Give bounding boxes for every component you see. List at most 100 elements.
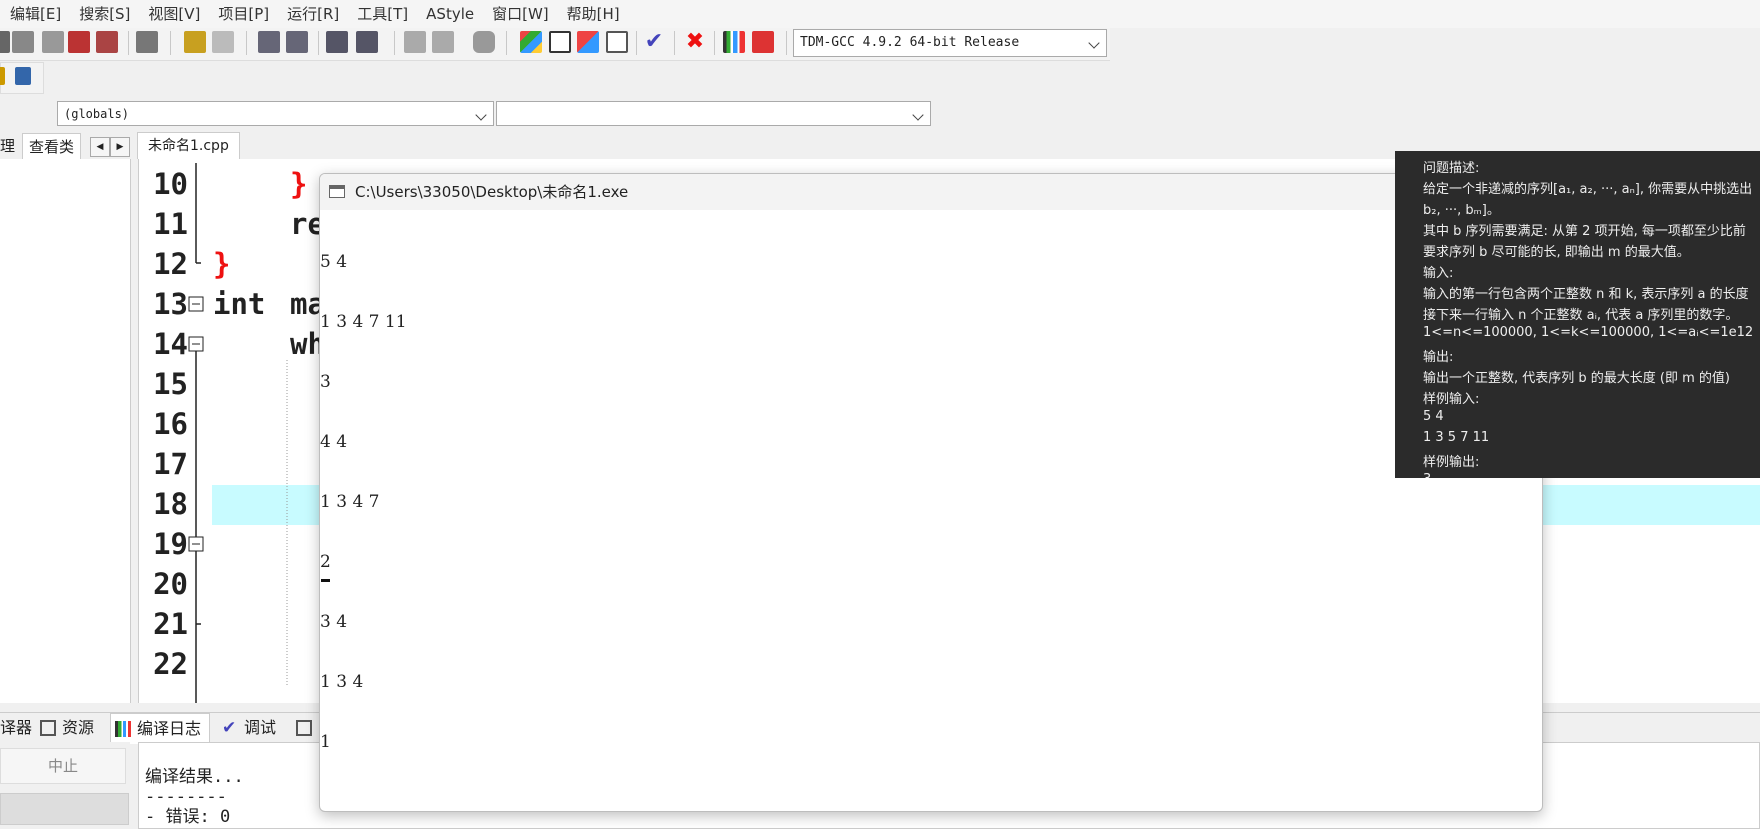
console-icon xyxy=(329,185,345,198)
insert-icon[interactable] xyxy=(0,67,5,85)
line-number: 10 xyxy=(153,167,188,201)
undo-icon[interactable] xyxy=(184,31,206,53)
class-browser-panel xyxy=(0,159,131,703)
menu-astyle[interactable]: AStyle xyxy=(416,0,482,28)
menu-tools[interactable]: 工具[T] xyxy=(347,0,416,28)
tab-search-results[interactable] xyxy=(292,713,318,743)
compile-log-icon xyxy=(115,721,131,737)
debug-check-icon: ✔ xyxy=(222,718,237,738)
profile-icon[interactable] xyxy=(723,31,745,53)
tab-compiler[interactable]: 译器 xyxy=(0,713,32,743)
console-line: 3 4 xyxy=(320,612,348,632)
menu-bar: 编辑[E] 搜索[S] 视图[V] 项目[P] 运行[R] 工具[T] AStyle 窗口[W… xyxy=(0,0,1760,28)
menu-edit[interactable]: 编辑[E] xyxy=(0,0,69,28)
compile-run-icon[interactable] xyxy=(577,31,599,53)
print-icon[interactable] xyxy=(136,31,158,53)
toolbar-separator xyxy=(128,31,129,55)
chevron-down-icon xyxy=(475,109,487,121)
check-syntax-icon[interactable]: ✔ xyxy=(643,31,665,53)
globals-select[interactable]: (globals) xyxy=(57,101,494,126)
console-title: C:\Users\33050\Desktop\未命名1.exe xyxy=(355,183,629,201)
editor-tab-file[interactable]: 未命名1.cpp xyxy=(137,132,240,159)
resources-icon xyxy=(40,720,56,736)
tab-project-manager[interactable]: 理 xyxy=(0,133,15,159)
tab-compile-log[interactable]: 编译日志 xyxy=(110,713,211,744)
line-number: 22 xyxy=(153,647,188,681)
bookmark-next-icon[interactable] xyxy=(432,31,454,53)
tab-scroll-left-icon[interactable]: ◀ xyxy=(90,137,110,157)
tooltip-line: 接下来一行输入 n 个正整数 aᵢ, 代表 a 序列里的数字。 xyxy=(1423,308,1739,323)
tooltip-line: 给定一个非递减的序列[a₁, a₂, ···, aₙ], 你需要从中挑选出 xyxy=(1423,182,1753,197)
indent-guide xyxy=(286,360,288,685)
console-line: 5 4 xyxy=(320,252,348,272)
globals-select-value: (globals) xyxy=(64,107,130,121)
tab-scroll-right-icon[interactable]: ▶ xyxy=(110,137,130,157)
secondary-toolbar xyxy=(0,62,44,94)
goto-icon[interactable] xyxy=(473,31,495,53)
tooltip-line: b₂, ···, bₘ]。 xyxy=(1423,203,1500,218)
console-cursor xyxy=(321,579,330,582)
run-icon[interactable] xyxy=(549,31,571,53)
menu-project[interactable]: 项目[P] xyxy=(208,0,277,28)
redo-icon[interactable] xyxy=(212,31,234,53)
tab-debug[interactable]: ✔ 调试 xyxy=(218,713,276,743)
console-line: 3 xyxy=(320,372,331,392)
console-window[interactable]: C:\Users\33050\Desktop\未命名1.exe 5 4 1 3 … xyxy=(319,173,1543,812)
find-icon[interactable] xyxy=(258,31,280,53)
code-brace: } xyxy=(213,247,231,281)
menu-window[interactable]: 窗口[W] xyxy=(482,0,557,28)
console-title-bar[interactable]: C:\Users\33050\Desktop\未命名1.exe xyxy=(320,174,1542,210)
console-line: 1 xyxy=(320,732,331,752)
chevron-down-icon xyxy=(1088,37,1100,49)
save-icon[interactable] xyxy=(12,31,34,53)
toolbar-separator xyxy=(786,31,787,55)
delete-profile-icon[interactable] xyxy=(752,31,774,53)
tooltip-line: 其中 b 序列需要满足: 从第 2 项开始, 每一项都至少比前 xyxy=(1423,224,1746,239)
menu-view[interactable]: 视图[V] xyxy=(138,0,208,28)
rebuild-icon[interactable] xyxy=(606,31,628,53)
open-file-icon[interactable] xyxy=(0,31,10,53)
menu-help[interactable]: 帮助[H] xyxy=(557,0,628,28)
console-line: 4 4 xyxy=(320,432,348,452)
compiler-select-value: TDM-GCC 4.9.2 64-bit Release xyxy=(800,35,1020,50)
tab-resources[interactable]: 资源 xyxy=(36,713,94,743)
bookmark-prev-icon[interactable] xyxy=(404,31,426,53)
console-output: 5 4 1 3 4 7 11 3 4 4 1 3 4 7 2 3 4 1 3 4… xyxy=(320,212,407,792)
menu-run[interactable]: 运行[R] xyxy=(277,0,347,28)
left-panel-tabs: 理 查看类 ◀ ▶ xyxy=(0,133,132,161)
tooltip-line: 1 3 5 7 11 xyxy=(1423,430,1490,445)
save-all-icon[interactable] xyxy=(42,31,64,53)
line-number: 17 xyxy=(153,447,188,481)
fold-gutter xyxy=(188,163,204,703)
line-number: 18 xyxy=(153,487,188,521)
compiler-select[interactable]: TDM-GCC 4.9.2 64-bit Release xyxy=(793,29,1107,57)
unindent-icon[interactable] xyxy=(356,31,378,53)
console-line: 1 3 4 xyxy=(320,672,364,692)
replace-icon[interactable] xyxy=(286,31,308,53)
tab-resources-label: 资源 xyxy=(62,718,95,737)
line-number: 14 xyxy=(153,327,188,361)
tooltip-line: 要求序列 b 尽可能的长, 即输出 m 的最大值。 xyxy=(1423,245,1690,260)
tooltip-line: 5 4 xyxy=(1423,409,1444,424)
toolbar-separator xyxy=(636,31,637,55)
toggle-bookmark-icon[interactable] xyxy=(15,67,31,85)
line-number: 15 xyxy=(153,367,188,401)
stop-execution-icon[interactable]: ✖ xyxy=(684,31,706,53)
search-results-icon xyxy=(296,720,312,736)
code-keyword-int: int xyxy=(213,287,266,321)
toolbar-separator xyxy=(318,31,319,55)
stop-button[interactable]: 中止 xyxy=(0,748,126,784)
close-all-icon[interactable] xyxy=(96,31,118,53)
tab-class-view[interactable]: 查看类 xyxy=(22,133,82,161)
line-number: 16 xyxy=(153,407,188,441)
members-select[interactable] xyxy=(496,101,931,126)
menu-search[interactable]: 搜索[S] xyxy=(69,0,138,28)
indent-icon[interactable] xyxy=(326,31,348,53)
close-file-icon[interactable] xyxy=(68,31,90,53)
line-number: 13 xyxy=(153,287,188,321)
console-line: 1 3 4 7 11 xyxy=(320,312,407,332)
line-number: 11 xyxy=(153,207,188,241)
compile-icon[interactable] xyxy=(520,31,542,53)
line-number: 12 xyxy=(153,247,188,281)
problem-description-overlay: 问题描述: 给定一个非递减的序列[a₁, a₂, ···, aₙ], 你需要从中… xyxy=(1395,151,1760,478)
